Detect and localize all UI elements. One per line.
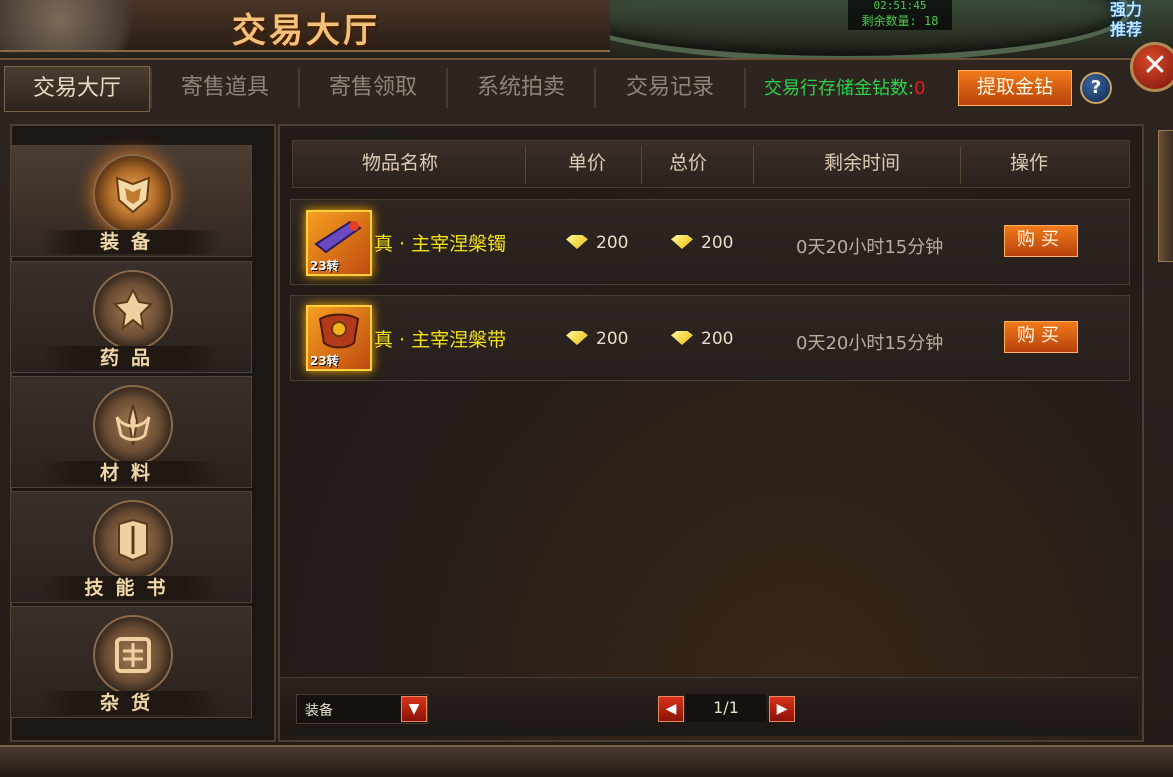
remaining-time: 0天20小时15分钟 [796, 333, 944, 354]
item-name: 真 · 主宰涅槃镯 [374, 233, 507, 255]
tab-consign-item[interactable]: 寄售道具 [152, 66, 298, 110]
diamond-icon [566, 331, 588, 345]
category-label: 杂货 [41, 691, 221, 715]
unit-price: 200 [566, 329, 628, 349]
gold-storage-value: 0 [914, 78, 926, 99]
category-materials[interactable]: 材料 [10, 376, 252, 488]
unit-price-value: 200 [596, 329, 629, 349]
total-price-value: 200 [701, 329, 734, 349]
gold-storage-info: 交易行存储金钻数:0 [764, 74, 926, 100]
category-filter-value: 装备 [305, 703, 333, 719]
bracelet-icon[interactable]: 23转 [306, 210, 372, 276]
hud-timer-time: 02:51:45 [873, 0, 927, 12]
buy-button[interactable]: 购买 [1004, 225, 1078, 257]
category-equipment[interactable]: 装备 [10, 145, 252, 257]
withdraw-gold-button[interactable]: 提取金钻 [958, 70, 1072, 106]
unit-price: 200 [566, 233, 628, 253]
remaining-time: 0天20小时15分钟 [796, 237, 944, 258]
header-separator [641, 146, 642, 184]
window-footer [0, 745, 1173, 777]
hud-timer: 02:51:45 剩余数量: 18 [848, 0, 952, 30]
category-skill-books[interactable]: 技能书 [10, 491, 252, 603]
tab-system-auction[interactable]: 系统拍卖 [448, 66, 594, 110]
item-name: 真 · 主宰涅槃带 [374, 329, 507, 351]
category-label: 材料 [41, 461, 221, 485]
window-title: 交易大厅 [232, 11, 380, 51]
category-filter-select[interactable]: 装备 ▼ [296, 694, 428, 724]
potion-icon [93, 270, 173, 350]
armor-icon [93, 154, 173, 234]
header-remaining-time: 剩余时间 [824, 152, 901, 174]
diamond-icon [566, 235, 588, 249]
header-separator [753, 146, 754, 184]
promo-line-2: 推荐 [1110, 20, 1143, 39]
belt-icon[interactable]: 23转 [306, 305, 372, 371]
page-indicator: 1/1 [686, 694, 766, 722]
tab-trade-log[interactable]: 交易记录 [596, 66, 744, 110]
header-unit-price: 单价 [568, 152, 607, 174]
header-item-name: 物品名称 [362, 152, 439, 174]
hud-remaining: 剩余数量: 18 [861, 14, 939, 28]
help-icon[interactable]: ? [1080, 72, 1112, 104]
material-icon [93, 385, 173, 465]
total-price: 200 [671, 233, 733, 253]
close-icon[interactable]: ✕ [1130, 42, 1173, 92]
item-level: 23转 [310, 354, 339, 368]
tab-trading-hall[interactable]: 交易大厅 [4, 66, 150, 112]
next-page-button[interactable]: ▶ [769, 696, 795, 722]
unit-price-value: 200 [596, 233, 629, 253]
category-label: 装备 [41, 230, 221, 254]
prev-page-button[interactable]: ◀ [658, 696, 684, 722]
header-separator [960, 146, 961, 184]
category-potions[interactable]: 药品 [10, 261, 252, 373]
skillbook-icon [93, 500, 173, 580]
category-label: 技能书 [41, 576, 221, 600]
promo-line-1: 强力 [1110, 0, 1143, 19]
header-separator [525, 146, 526, 184]
tab-separator [744, 68, 746, 108]
category-misc[interactable]: 杂货 [10, 606, 252, 718]
item-level: 23转 [310, 259, 339, 273]
side-collapse-handle[interactable] [1158, 130, 1173, 262]
diamond-icon [671, 331, 693, 345]
chevron-down-icon[interactable]: ▼ [401, 696, 427, 722]
tab-consign-claim[interactable]: 寄售领取 [300, 66, 446, 110]
header-total-price: 总价 [669, 152, 708, 174]
misc-icon [93, 615, 173, 695]
total-price-value: 200 [701, 233, 734, 253]
promo-badge[interactable]: 强力 推荐 [1110, 0, 1160, 44]
buy-button[interactable]: 购买 [1004, 321, 1078, 353]
header-action: 操作 [1010, 152, 1049, 174]
total-price: 200 [671, 329, 733, 349]
gold-storage-label: 交易行存储金钻数: [764, 78, 915, 99]
diamond-icon [671, 235, 693, 249]
category-label: 药品 [41, 346, 221, 370]
